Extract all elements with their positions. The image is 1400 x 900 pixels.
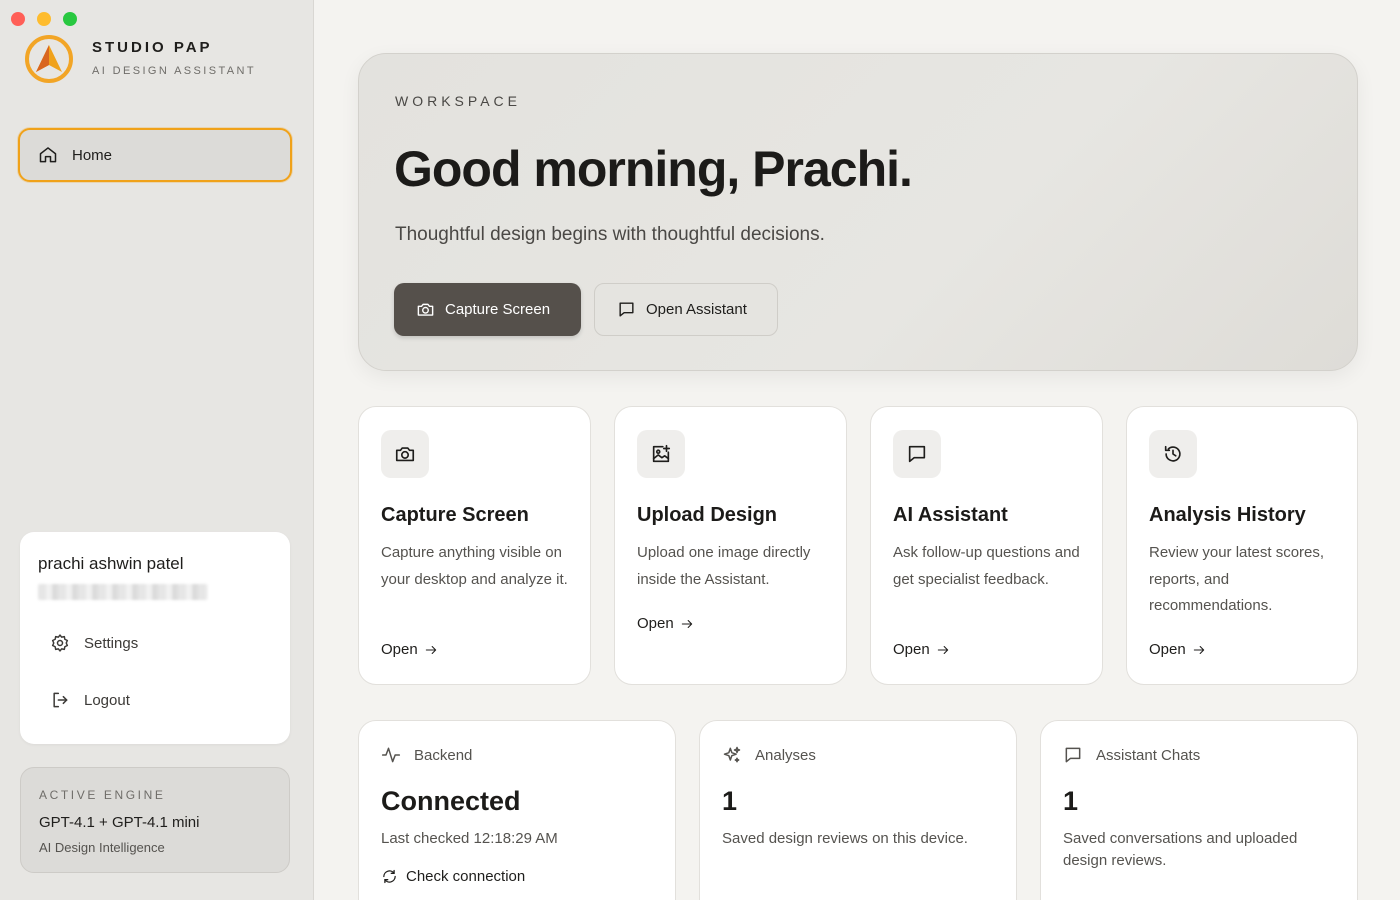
feature-title: Upload Design [637,504,778,526]
arrow-right-icon [681,619,692,628]
sidebar-item-label: Home [72,146,113,164]
close-window-button[interactable] [11,12,25,26]
assistant-chats-label: Assistant Chats [1096,746,1201,764]
feature-description: Ask follow-up questions and get speciali… [893,544,1080,588]
check-connection-button[interactable]: Check connection [381,868,525,885]
hero-kicker: WORKSPACE [395,93,521,109]
backend-label: Backend [414,746,473,764]
assistant-chats-count: 1 [1063,786,1079,816]
engine-description: AI Design Intelligence [39,840,165,855]
refresh-icon [383,869,396,884]
open-assistant-button[interactable]: Open Assistant [594,283,778,336]
zoom-window-button[interactable] [63,12,77,26]
history-icon [1164,445,1181,462]
image-upload-icon [652,444,671,463]
feature-description: Upload one image directly inside the Ass… [637,544,811,588]
feature-description: Review your latest scores, reports, and … [1149,544,1325,614]
sparkles-icon [723,746,741,763]
check-connection-label: Check connection [406,868,526,885]
camera-icon [395,447,415,462]
feature-open-link[interactable]: Open [637,615,694,632]
chat-icon [908,445,926,463]
user-name: prachi ashwin patel [38,554,184,573]
activity-icon [381,747,401,763]
user-card: prachi ashwin patel Settings Logout [20,532,290,744]
chat-icon [619,302,634,317]
gear-icon [51,634,69,652]
feature-icon-box [637,430,685,478]
feature-title: Capture Screen [381,504,529,526]
hero-subtitle: Thoughtful design begins with thoughtful… [395,224,825,245]
brand-subtitle: AI DESIGN ASSISTANT [92,65,256,77]
arrow-right-icon [1193,645,1204,654]
feature-open-link[interactable]: Open [1149,641,1206,658]
feature-card-ai-assistant[interactable]: AI Assistant Ask follow-up questions and… [870,406,1103,685]
chat-icon [1065,747,1081,763]
feature-card-upload-design[interactable]: Upload Design Upload one image directly … [614,406,847,685]
settings-label: Settings [84,634,139,652]
settings-button[interactable]: Settings [50,633,138,653]
feature-title: Analysis History [1149,504,1306,526]
feature-card-analysis-history[interactable]: Analysis History Review your latest scor… [1126,406,1358,685]
engine-model: GPT-4.1 + GPT-4.1 mini [39,814,200,831]
assistant-chats-stat-card: Assistant Chats 1 Saved conversations an… [1040,720,1358,900]
home-icon [39,147,57,163]
brand: STUDIO PAP AI DESIGN ASSISTANT [24,34,256,84]
engine-kicker: ACTIVE ENGINE [39,788,166,802]
camera-icon [417,303,434,316]
backend-status-card: Backend Connected Last checked 12:18:29 … [358,720,676,900]
analyses-stat-card: Analyses 1 Saved design reviews on this … [699,720,1017,900]
open-label: Open [381,641,418,658]
open-assistant-label: Open Assistant [646,301,747,318]
capture-screen-button[interactable]: Capture Screen [394,283,581,336]
arrow-right-icon [425,645,436,654]
feature-card-capture-screen[interactable]: Capture Screen Capture anything visible … [358,406,591,685]
backend-last-checked: Last checked 12:18:29 AM [381,830,558,847]
logout-icon [53,692,68,708]
sidebar: STUDIO PAP AI DESIGN ASSISTANT Home prac… [0,0,314,900]
feature-title: AI Assistant [893,504,1008,526]
feature-open-link[interactable]: Open [381,641,438,658]
analyses-label: Analyses [755,746,816,764]
hero-panel: WORKSPACE Good morning, Prachi. Thoughtf… [358,53,1358,371]
feature-open-link[interactable]: Open [893,641,950,658]
assistant-chats-note: Saved conversations and uploaded design … [1063,830,1298,869]
feature-icon-box [1149,430,1197,478]
engine-card: ACTIVE ENGINE GPT-4.1 + GPT-4.1 mini AI … [20,767,290,873]
brand-name: STUDIO PAP [92,39,213,56]
feature-description: Capture anything visible on your desktop… [381,544,568,588]
feature-icon-box [381,430,429,478]
page-title: Good morning, Prachi. [394,141,913,197]
arrow-right-icon [937,645,948,654]
capture-screen-label: Capture Screen [445,301,551,318]
sidebar-item-home[interactable]: Home [18,128,292,182]
feature-icon-box [893,430,941,478]
minimize-window-button[interactable] [37,12,51,26]
open-label: Open [893,641,930,658]
open-label: Open [1149,641,1186,658]
logout-label: Logout [84,691,130,709]
open-label: Open [637,615,674,632]
analyses-count: 1 [722,786,738,816]
backend-status-value: Connected [381,786,521,816]
window-controls [11,12,77,26]
redacted-email [38,584,208,600]
logo-icon [25,35,73,83]
logout-button[interactable]: Logout [50,690,130,710]
analyses-note: Saved design reviews on this device. [722,830,968,847]
